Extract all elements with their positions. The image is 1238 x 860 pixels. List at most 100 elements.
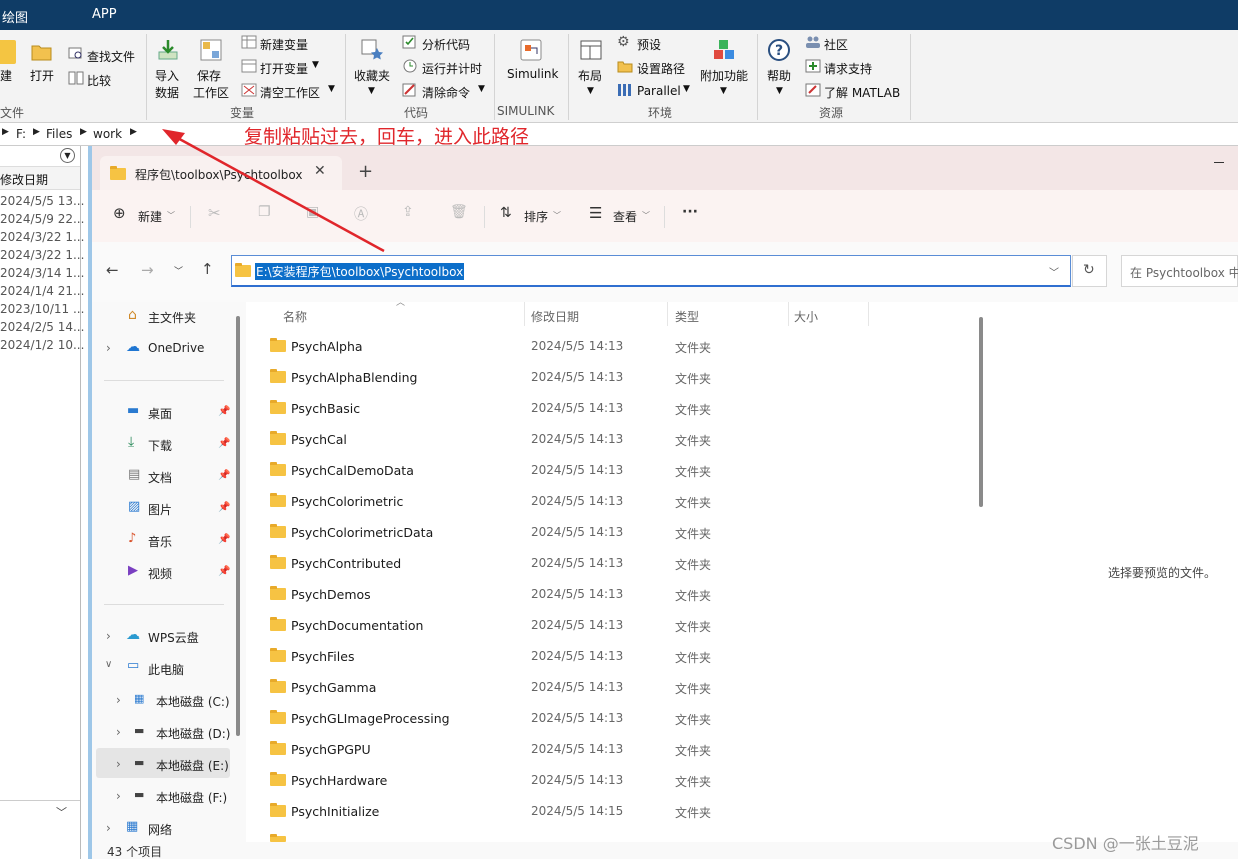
chevron-down-icon[interactable]: ▼ bbox=[368, 86, 375, 96]
recent-locations-icon[interactable]: ﹀ bbox=[174, 264, 183, 277]
paste-icon[interactable]: ▣ bbox=[306, 204, 319, 220]
panel-menu-icon[interactable]: ▼ bbox=[60, 148, 75, 163]
chevron-right-icon[interactable]: › bbox=[106, 341, 111, 355]
divider[interactable] bbox=[868, 302, 869, 326]
column-header-type[interactable]: 类型 bbox=[675, 308, 699, 325]
learn-matlab-button[interactable]: 了解 MATLAB bbox=[824, 84, 900, 101]
file-list-scrollbar[interactable] bbox=[979, 317, 983, 507]
nav-this-pc[interactable]: 此电脑 bbox=[148, 661, 184, 678]
table-row[interactable]: PsychDemos 2024/5/5 14:13 文件夹 bbox=[246, 580, 981, 610]
chevron-down-icon[interactable]: ﹀ bbox=[167, 210, 175, 221]
chevron-down-icon[interactable]: ▼ bbox=[478, 84, 485, 94]
matlab-current-folder-bar[interactable]: ▶ F: ▶ Files ▶ work ▶ bbox=[0, 123, 1238, 146]
compare-button[interactable]: 比较 bbox=[87, 72, 111, 89]
divider[interactable] bbox=[667, 302, 668, 326]
favorites-button[interactable]: 收藏夹 bbox=[354, 67, 390, 84]
layout-button[interactable]: 布局 bbox=[578, 67, 602, 84]
preferences-button[interactable]: 预设 bbox=[637, 36, 661, 53]
nav-desktop[interactable]: 桌面 bbox=[148, 405, 172, 422]
tab-plots[interactable]: 绘图 bbox=[2, 7, 28, 26]
request-support-button[interactable]: 请求支持 bbox=[824, 60, 872, 77]
chevron-down-icon[interactable]: ﹀ bbox=[56, 804, 67, 820]
chevron-right-icon[interactable]: › bbox=[106, 821, 111, 835]
table-row[interactable]: PsychGLImageProcessing 2024/5/5 14:13 文件夹 bbox=[246, 704, 981, 734]
copy-icon[interactable]: ❐ bbox=[258, 204, 271, 220]
chevron-down-icon[interactable]: ∨ bbox=[105, 659, 112, 670]
nav-music[interactable]: 音乐 bbox=[148, 533, 172, 550]
close-icon[interactable]: ✕ bbox=[314, 163, 326, 179]
table-row[interactable]: PsychHardware 2024/5/5 14:13 文件夹 bbox=[246, 766, 981, 796]
open-button[interactable]: 打开 bbox=[30, 67, 54, 84]
chevron-down-icon[interactable]: ﹀ bbox=[642, 210, 650, 221]
table-row[interactable]: PsychContributed 2024/5/5 14:13 文件夹 bbox=[246, 549, 981, 579]
save-workspace-line1[interactable]: 保存 bbox=[197, 67, 221, 84]
more-options-button[interactable]: ··· bbox=[682, 204, 698, 220]
chevron-down-icon[interactable]: ▼ bbox=[683, 84, 690, 94]
chevron-down-icon[interactable]: ▼ bbox=[312, 60, 319, 70]
nav-downloads[interactable]: 下载 bbox=[148, 437, 172, 454]
parallel-button[interactable]: Parallel bbox=[637, 84, 681, 98]
divider[interactable] bbox=[524, 302, 525, 326]
import-data-line2[interactable]: 数据 bbox=[155, 84, 179, 101]
table-row[interactable]: PsychBasic 2024/5/5 14:13 文件夹 bbox=[246, 394, 981, 424]
open-variable-button[interactable]: 打开变量 bbox=[260, 60, 308, 77]
chevron-right-icon[interactable]: › bbox=[116, 725, 121, 739]
delete-icon[interactable]: 🗑 bbox=[450, 204, 468, 220]
share-icon[interactable]: ⇪ bbox=[402, 204, 414, 220]
search-input[interactable]: 在 Psychtoolbox 中 bbox=[1130, 264, 1238, 281]
nav-wps-cloud[interactable]: WPS云盘 bbox=[148, 629, 199, 646]
pin-icon[interactable]: 📌 bbox=[218, 534, 230, 545]
table-row[interactable]: PsychInitialize 2024/5/5 14:15 文件夹 bbox=[246, 797, 981, 827]
save-workspace-line2[interactable]: 工作区 bbox=[193, 84, 229, 101]
clear-workspace-button[interactable]: 清空工作区 bbox=[260, 84, 320, 101]
view-button[interactable]: 查看 bbox=[613, 208, 637, 225]
run-and-time-button[interactable]: 运行并计时 bbox=[422, 60, 482, 77]
help-button[interactable]: 帮助 bbox=[767, 67, 791, 84]
nav-onedrive[interactable]: OneDrive bbox=[148, 341, 204, 355]
explorer-tab[interactable]: 程序包\toolbox\Psychtoolbox ✕ bbox=[100, 156, 342, 190]
table-row[interactable]: PsychAlphaBlending 2024/5/5 14:13 文件夹 bbox=[246, 363, 981, 393]
address-input[interactable]: E:\安装程序包\toolbox\Psychtoolbox bbox=[255, 263, 465, 280]
table-row[interactable]: PsychCal 2024/5/5 14:13 文件夹 bbox=[246, 425, 981, 455]
table-row[interactable]: PsychDocumentation 2024/5/5 14:13 文件夹 bbox=[246, 611, 981, 641]
new-variable-button[interactable]: 新建变量 bbox=[260, 36, 308, 53]
add-ons-button[interactable]: 附加功能 bbox=[700, 67, 748, 84]
clear-commands-button[interactable]: 清除命令 bbox=[422, 84, 470, 101]
chevron-down-icon[interactable]: ▼ bbox=[776, 86, 783, 96]
pin-icon[interactable]: 📌 bbox=[218, 502, 230, 513]
chevron-right-icon[interactable]: › bbox=[116, 693, 121, 707]
nav-drive-e[interactable]: 本地磁盘 (E:) bbox=[156, 757, 229, 774]
chevron-right-icon[interactable]: › bbox=[116, 757, 121, 771]
address-bar[interactable]: E:\安装程序包\toolbox\Psychtoolbox ﹀ bbox=[231, 255, 1071, 287]
cut-icon[interactable]: ✂ bbox=[208, 204, 221, 222]
nav-drive-d[interactable]: 本地磁盘 (D:) bbox=[156, 725, 230, 742]
chevron-down-icon[interactable]: ▼ bbox=[587, 86, 594, 96]
set-path-button[interactable]: 设置路径 bbox=[637, 60, 685, 77]
analyze-code-button[interactable]: 分析代码 bbox=[422, 36, 470, 53]
table-row[interactable]: PsychCalDemoData 2024/5/5 14:13 文件夹 bbox=[246, 456, 981, 486]
modified-date-header[interactable]: 修改日期 bbox=[0, 171, 48, 188]
breadcrumb-item[interactable]: F: bbox=[16, 127, 26, 141]
nav-drive-f[interactable]: 本地磁盘 (F:) bbox=[156, 789, 227, 806]
chevron-down-icon[interactable]: ▼ bbox=[328, 84, 335, 94]
nav-scrollbar[interactable] bbox=[236, 316, 240, 736]
breadcrumb-item[interactable]: Files bbox=[46, 127, 72, 141]
new-button[interactable]: 新建 bbox=[138, 208, 162, 225]
table-row[interactable]: PsychAlpha 2024/5/5 14:13 文件夹 bbox=[246, 332, 981, 362]
chevron-down-icon[interactable]: ﹀ bbox=[553, 210, 561, 221]
table-row[interactable]: PsychGPGPU 2024/5/5 14:13 文件夹 bbox=[246, 735, 981, 765]
column-header-modified[interactable]: 修改日期 bbox=[531, 308, 579, 325]
pin-icon[interactable]: 📌 bbox=[218, 566, 230, 577]
refresh-button[interactable]: ↻ bbox=[1072, 255, 1107, 287]
table-row[interactable]: PsychGamma 2024/5/5 14:13 文件夹 bbox=[246, 673, 981, 703]
chevron-right-icon[interactable]: › bbox=[116, 789, 121, 803]
nav-documents[interactable]: 文档 bbox=[148, 469, 172, 486]
import-data-line1[interactable]: 导入 bbox=[155, 67, 179, 84]
new-tab-icon[interactable]: + bbox=[358, 161, 373, 182]
find-files-button[interactable]: 查找文件 bbox=[87, 48, 135, 65]
pin-icon[interactable]: 📌 bbox=[218, 406, 230, 417]
column-header-name[interactable]: 名称 bbox=[283, 308, 307, 325]
chevron-down-icon[interactable]: ▼ bbox=[720, 86, 727, 96]
new-button[interactable]: 建 bbox=[0, 67, 12, 84]
table-row[interactable]: PsychColorimetric 2024/5/5 14:13 文件夹 bbox=[246, 487, 981, 517]
